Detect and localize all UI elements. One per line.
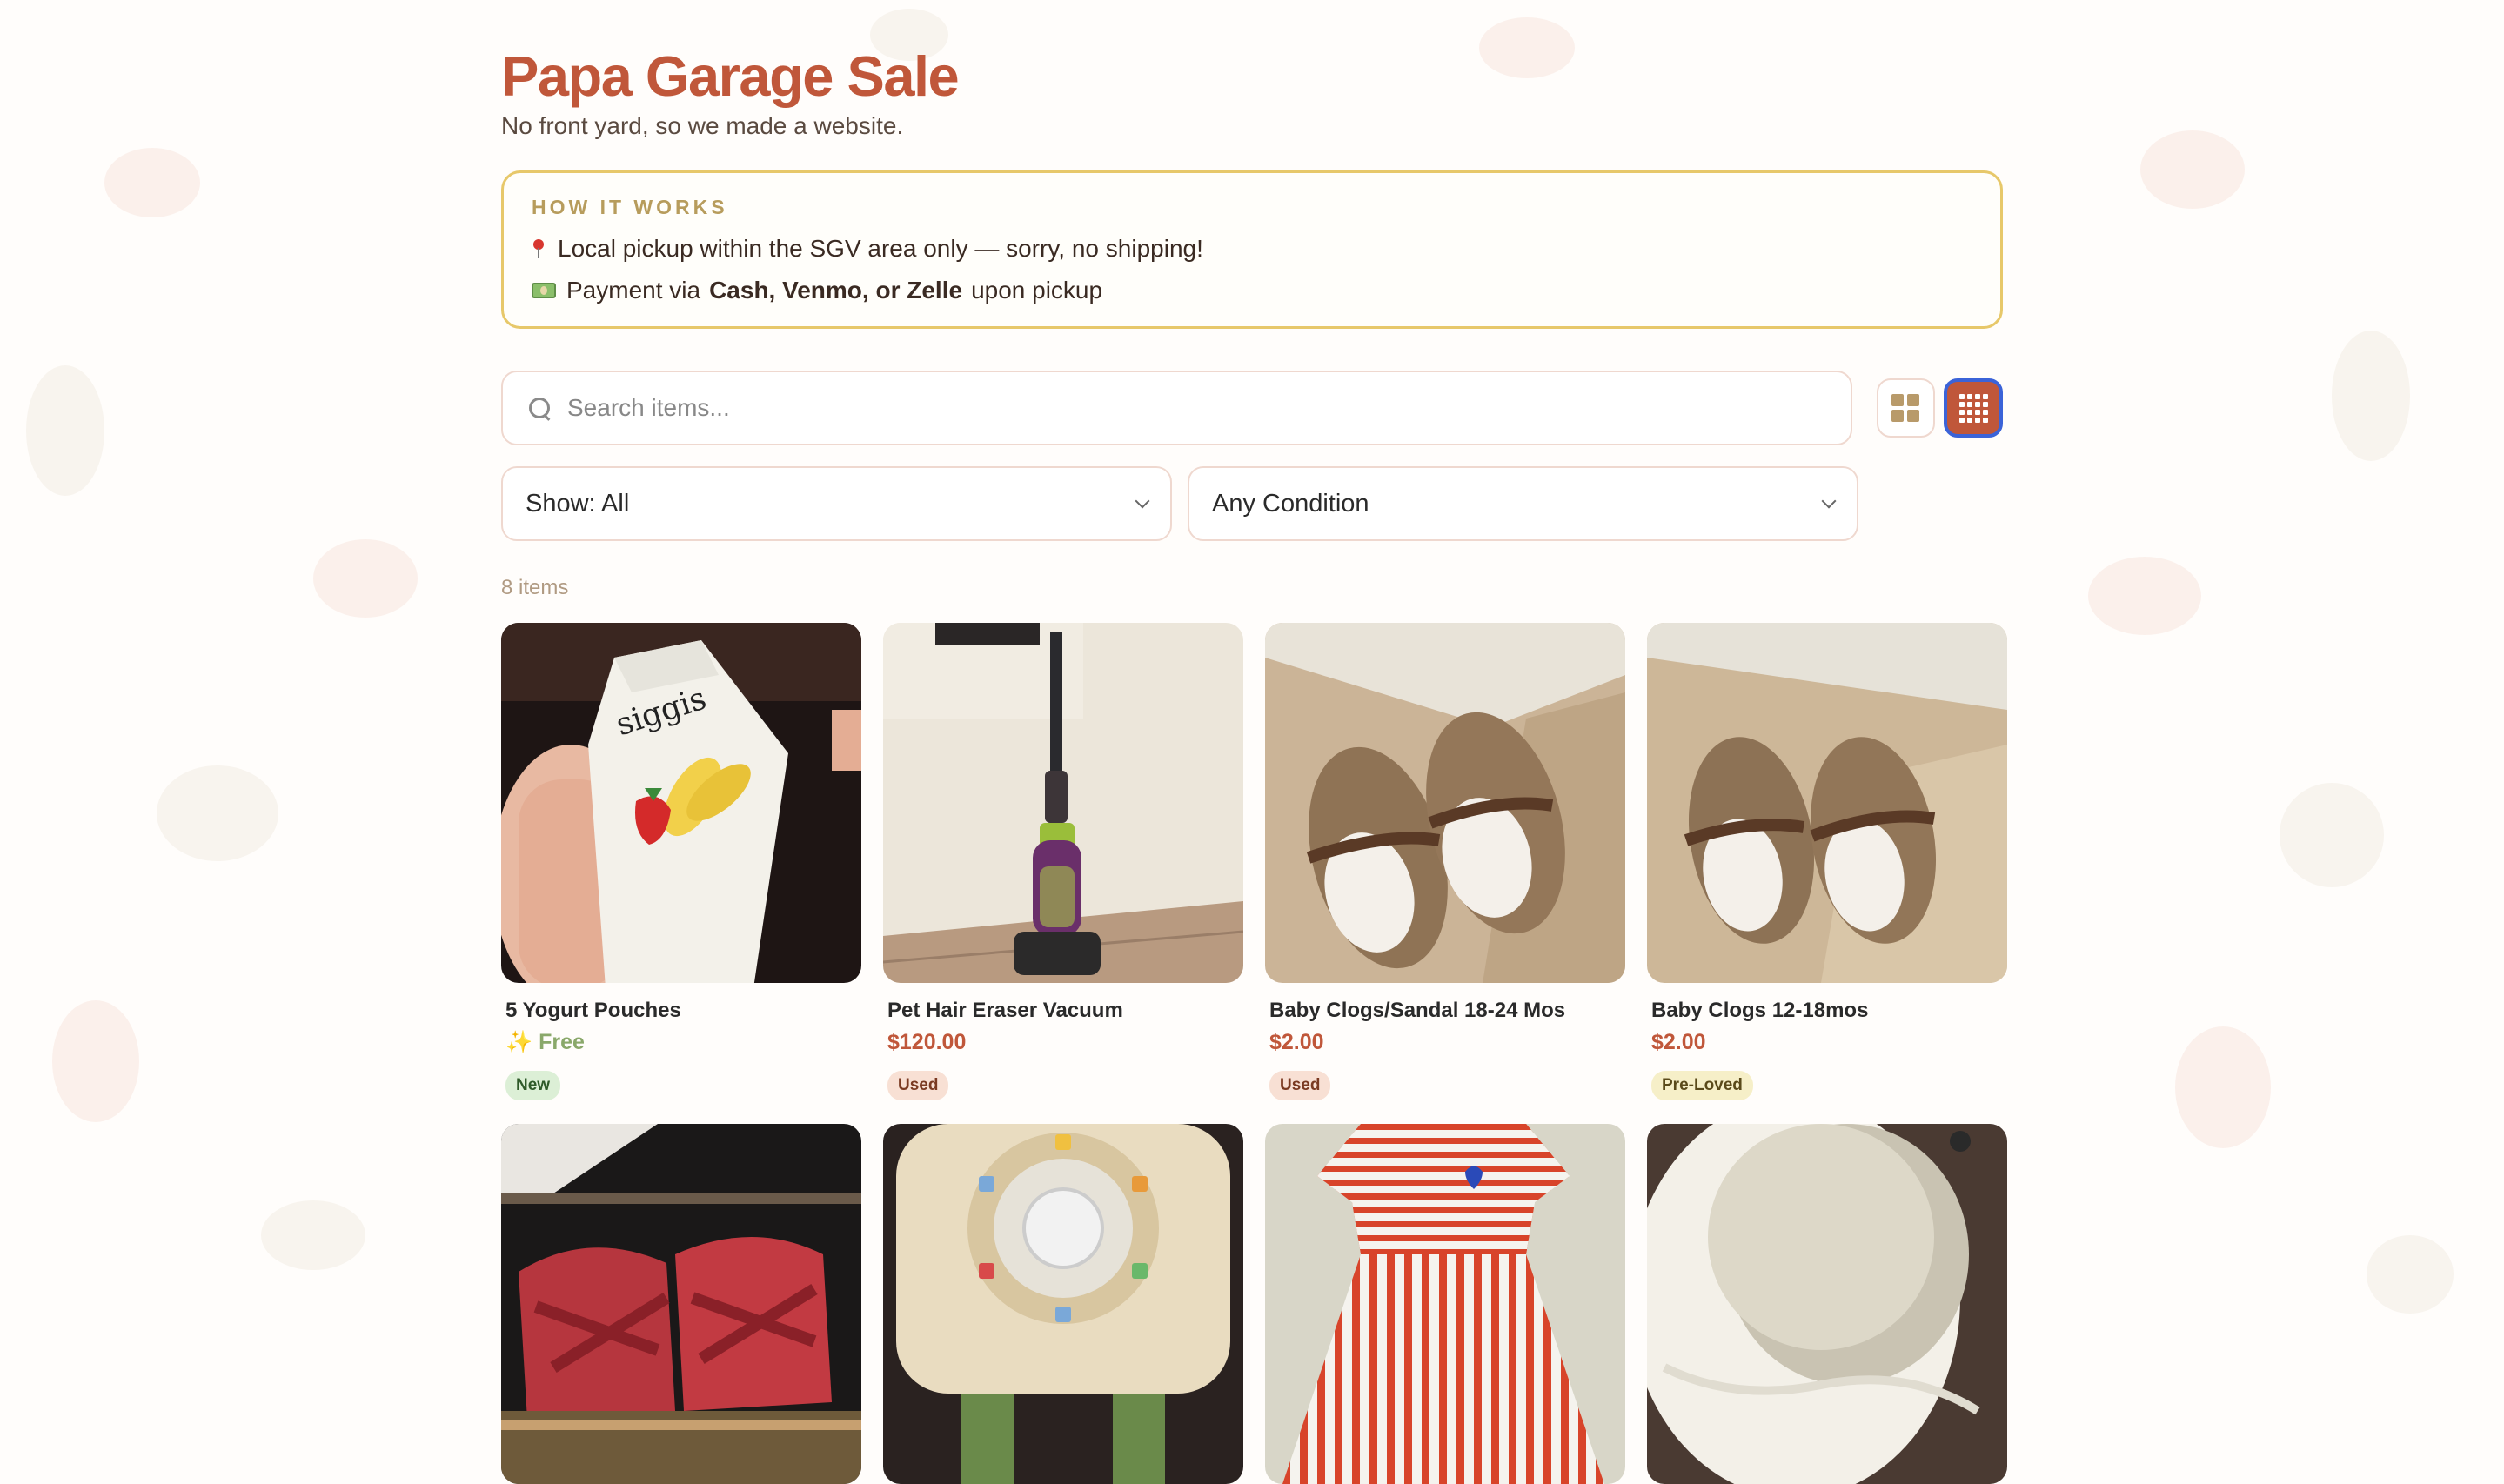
product-card[interactable] xyxy=(1647,1124,2007,1472)
product-photo-baby-clogs[interactable] xyxy=(1265,623,1625,983)
product-card[interactable] xyxy=(1265,1124,1625,1472)
product-price: $2.00 xyxy=(1647,1030,2007,1055)
payment-suffix: upon pickup xyxy=(971,277,1102,304)
search-row xyxy=(501,371,2003,445)
product-card[interactable] xyxy=(501,1124,861,1472)
product-card[interactable]: Baby Clogs 12-18mos $2.00 Pre-Loved xyxy=(1647,623,2007,1124)
product-grid: siggis 5 Yogurt Pouches ✨ Free New xyxy=(501,623,2003,1472)
money-icon xyxy=(532,283,556,298)
page-subtitle: No front yard, so we made a website. xyxy=(501,111,2003,141)
product-name[interactable]: Baby Clogs/Sandal 18-24 Mos xyxy=(1265,999,1625,1023)
search-box[interactable] xyxy=(501,371,1852,445)
product-name[interactable]: Pet Hair Eraser Vacuum xyxy=(883,999,1243,1023)
product-card[interactable]: Baby Clogs/Sandal 18-24 Mos $2.00 Used xyxy=(1265,623,1625,1124)
product-card[interactable]: siggis 5 Yogurt Pouches ✨ Free New xyxy=(501,623,861,1124)
how-it-works-heading: HOW IT WORKS xyxy=(532,196,1972,219)
search-input[interactable] xyxy=(567,394,1785,422)
product-photo-yogurt-pouch[interactable]: siggis xyxy=(501,623,861,983)
product-name[interactable]: 5 Yogurt Pouches xyxy=(501,999,861,1023)
grid-large-view-button[interactable] xyxy=(1877,378,1936,438)
product-photo-activity-table[interactable] xyxy=(883,1124,1243,1484)
chevron-down-icon xyxy=(1135,494,1150,509)
product-photo-red-sandals[interactable] xyxy=(501,1124,861,1484)
product-photo-pillow-covers[interactable] xyxy=(1647,1124,2007,1484)
product-price: $2.00 xyxy=(1265,1030,1625,1055)
product-card[interactable] xyxy=(883,1124,1243,1472)
pickup-info: Local pickup within the SGV area only — … xyxy=(532,235,1972,263)
show-filter-select[interactable]: Show: All xyxy=(501,466,1172,541)
condition-filter-value: Any Condition xyxy=(1212,490,1369,518)
product-photo-striped-dress[interactable] xyxy=(1265,1124,1625,1484)
pin-icon xyxy=(532,239,546,258)
condition-badge: Used xyxy=(1269,1071,1330,1100)
payment-methods: Cash, Venmo, or Zelle xyxy=(709,277,962,304)
product-price: $120.00 xyxy=(883,1030,1243,1055)
product-photo-vacuum[interactable] xyxy=(883,623,1243,983)
pickup-text: Local pickup within the SGV area only — … xyxy=(558,235,1203,263)
condition-badge: Used xyxy=(887,1071,948,1100)
payment-info: Payment via Cash, Venmo, or Zelle upon p… xyxy=(532,277,1972,304)
grid-small-icon xyxy=(1959,394,1988,423)
search-icon xyxy=(527,396,552,420)
product-card[interactable]: Pet Hair Eraser Vacuum $120.00 Used xyxy=(883,623,1243,1124)
product-price: ✨ Free xyxy=(501,1030,861,1055)
how-it-works-panel: HOW IT WORKS Local pickup within the SGV… xyxy=(501,170,2003,329)
page-title: Papa Garage Sale xyxy=(501,42,2003,111)
payment-prefix: Payment via xyxy=(566,277,700,304)
grid-large-icon xyxy=(1891,394,1919,422)
filter-row: Show: All Any Condition xyxy=(501,466,2003,541)
grid-small-view-button[interactable] xyxy=(1944,378,2003,438)
page-container: Papa Garage Sale No front yard, so we ma… xyxy=(501,0,2003,1472)
condition-filter-select[interactable]: Any Condition xyxy=(1188,466,1858,541)
product-photo-baby-clogs-small[interactable] xyxy=(1647,623,2007,983)
product-name[interactable]: Baby Clogs 12-18mos xyxy=(1647,999,2007,1023)
show-filter-value: Show: All xyxy=(526,490,629,518)
condition-badge: Pre-Loved xyxy=(1651,1071,1753,1100)
condition-badge: New xyxy=(505,1071,560,1100)
chevron-down-icon xyxy=(1822,494,1837,509)
item-count: 8 items xyxy=(501,576,2003,600)
